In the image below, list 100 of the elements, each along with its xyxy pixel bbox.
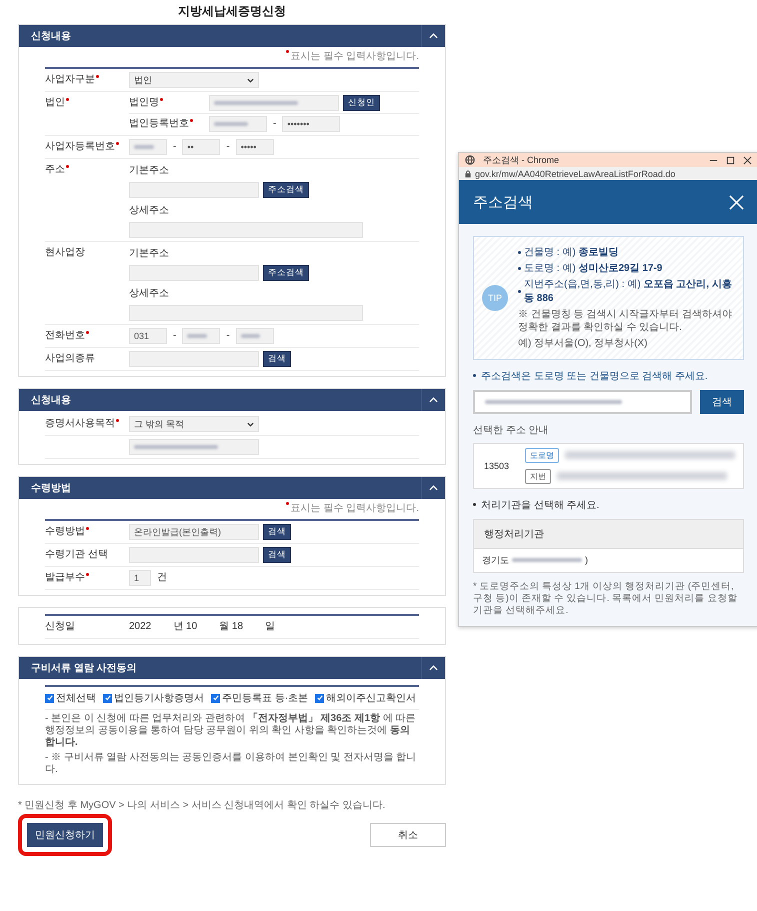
input-field[interactable] — [129, 182, 259, 198]
row-label: 법인 — [45, 97, 65, 109]
address-bar[interactable]: gov.kr/mw/AA040RetrieveLawAreaListForRoad.do — [459, 167, 757, 180]
checkbox[interactable] — [211, 694, 220, 702]
maximize-icon[interactable] — [726, 156, 735, 164]
table-cell[interactable]: ) — [585, 555, 588, 565]
row-label: 현사업장 — [45, 247, 85, 259]
submit-button[interactable]: 민원신청하기 — [27, 823, 103, 847]
field-caption: 상세주소 — [129, 204, 169, 216]
input-field[interactable] — [129, 439, 259, 455]
blurred-text — [187, 334, 207, 338]
input-field[interactable] — [129, 222, 363, 238]
field-caption: 기본주소 — [129, 246, 169, 260]
tip-example: 예) 정부서울(O), 정부청사(X) — [518, 338, 648, 350]
input-field[interactable]: ••••• — [236, 139, 274, 155]
input-field[interactable]: •• — [182, 139, 220, 155]
search-button[interactable]: 검색 — [263, 547, 291, 563]
required-note: 표시는 필수 입력사항입니다. — [290, 50, 419, 63]
row-label: 수령방법 — [45, 526, 85, 538]
table-cell[interactable]: 경기도 — [482, 554, 509, 566]
dropdown[interactable]: 법인 — [129, 72, 259, 88]
tip-text: 도로명 : 예) 성미산로29길 17-9 — [524, 262, 662, 275]
date-text: 일 — [265, 621, 276, 633]
postcode-text: 13503 — [484, 460, 510, 470]
table-header: 행정처리기관 — [474, 520, 743, 548]
chevron-up-icon — [429, 665, 438, 671]
globe-icon — [465, 155, 475, 165]
bullet-icon — [473, 503, 476, 506]
address-type-tag[interactable]: 지번 — [525, 468, 552, 484]
row-label: 수령기관 선택 — [45, 549, 108, 561]
dropdown[interactable]: 그 밖의 목적 — [129, 416, 259, 432]
date-text: 년 10 — [173, 621, 198, 633]
bullet-icon — [518, 266, 521, 270]
input-field[interactable] — [129, 139, 167, 155]
caret-icon — [247, 422, 254, 426]
popup-title: 주소검색 — [473, 192, 533, 212]
bullet-icon — [473, 374, 476, 377]
checkbox-label: 주민등록표 등·초본 — [222, 692, 308, 705]
input-field[interactable] — [129, 547, 259, 563]
row-label: 사업자구분 — [45, 74, 95, 86]
checkbox[interactable] — [103, 694, 112, 702]
separator-text: - — [225, 141, 231, 153]
field-caption: 기본주소 — [129, 164, 169, 176]
section-title: 신청내용 — [30, 394, 71, 407]
footer-note: * 민원신청 후 MyGOV > 나의 서비스 > 서비스 신청내역에서 확인 하실수 있습니다. — [18, 799, 386, 812]
row-label: 사업의종류 — [45, 353, 95, 365]
row-label: 주소 — [45, 164, 65, 176]
input-field[interactable] — [129, 265, 259, 281]
input-field[interactable] — [129, 305, 363, 321]
search-hint: 주소검색은 도로명 또는 건물명으로 검색해 주세요. — [481, 370, 708, 382]
search-button[interactable]: 검색 — [263, 351, 291, 367]
date-text: 월 18 — [219, 621, 244, 633]
input-field[interactable] — [129, 351, 259, 367]
close-icon[interactable] — [743, 156, 752, 164]
consent-note: - 본인은 이 신청에 따른 업무처리와 관련하여 「전자정부법」 제36조 제1항 에 따른 행정정보의 공동이용을 통하여 담당 공무원이 위의 확인 사항을 확인하는것에 동의합니다. — [45, 713, 417, 749]
lock-icon — [465, 170, 471, 178]
section-title: 신청내용 — [30, 30, 71, 43]
date-text: 2022 — [129, 621, 152, 633]
footnote: * 도로명주소의 특성상 1개 이상의 행정처리기관 (주민센터, 구청 등)이 존재할 수 있습니다. 목록에서 민원처리를 요청할 기관을 선택해주세요. — [473, 580, 738, 618]
row-label: 사업자등록번호 — [45, 141, 115, 153]
row-label: 전화번호 — [45, 330, 85, 342]
blurred-text — [240, 334, 260, 338]
input-field[interactable]: 1 — [129, 570, 151, 586]
input-field[interactable]: 온라인발급(본인출력) — [129, 524, 259, 540]
checkbox-label: 해외이주신고확인서 — [326, 692, 416, 705]
search-button[interactable]: 신청인 — [343, 95, 380, 111]
chevron-up-icon — [429, 485, 438, 491]
search-button[interactable]: 검색 — [263, 524, 291, 540]
required-mark — [286, 502, 289, 505]
blurred-text — [134, 145, 154, 149]
input-field[interactable]: 031 — [129, 328, 167, 344]
page-title: 지방세납세증명신청 — [177, 3, 287, 20]
checkbox[interactable] — [315, 694, 324, 702]
unit-text: 건 — [156, 572, 168, 584]
blurred-text — [214, 122, 248, 126]
input-field[interactable] — [209, 116, 267, 132]
consent-note: - ※ 구비서류 열람 사전동의는 공동인증서를 이용하여 본인확인 및 전자서명을 합니다. — [45, 752, 418, 776]
field-label: 법인명 — [129, 97, 159, 109]
tip-badge: TIP — [482, 284, 508, 311]
search-button[interactable]: 주소검색 — [263, 182, 309, 198]
required-note: 표시는 필수 입력사항입니다. — [290, 502, 419, 515]
input-field[interactable] — [182, 328, 220, 344]
cancel-button[interactable]: 취소 — [370, 823, 446, 847]
row-label: 발급부수 — [45, 572, 85, 584]
search-button[interactable]: 검색 — [700, 390, 744, 414]
separator-text: - — [225, 330, 231, 342]
caret-icon — [247, 78, 254, 82]
row-label: 증명서사용목적 — [45, 418, 115, 430]
address-type-tag[interactable]: 도로명 — [525, 448, 560, 462]
tip-text: 건물명 : 예) 종로빌딩 — [524, 246, 618, 259]
search-field[interactable] — [473, 390, 692, 414]
input-field[interactable] — [236, 328, 274, 344]
url-text: gov.kr/mw/AA040RetrieveLawAreaListForRoad.do — [475, 168, 676, 178]
checkbox-label: 법인등기사항증명서 — [114, 692, 204, 705]
checkbox[interactable] — [45, 694, 54, 702]
bullet-icon — [518, 290, 521, 292]
input-field[interactable]: ••••••• — [282, 116, 340, 132]
search-button[interactable]: 주소검색 — [263, 265, 309, 281]
input-field[interactable] — [209, 95, 339, 111]
tip-text: 지번주소(읍,면,동,리) : 예) 오포읍 고산리, 시흥동 886 — [524, 278, 733, 305]
